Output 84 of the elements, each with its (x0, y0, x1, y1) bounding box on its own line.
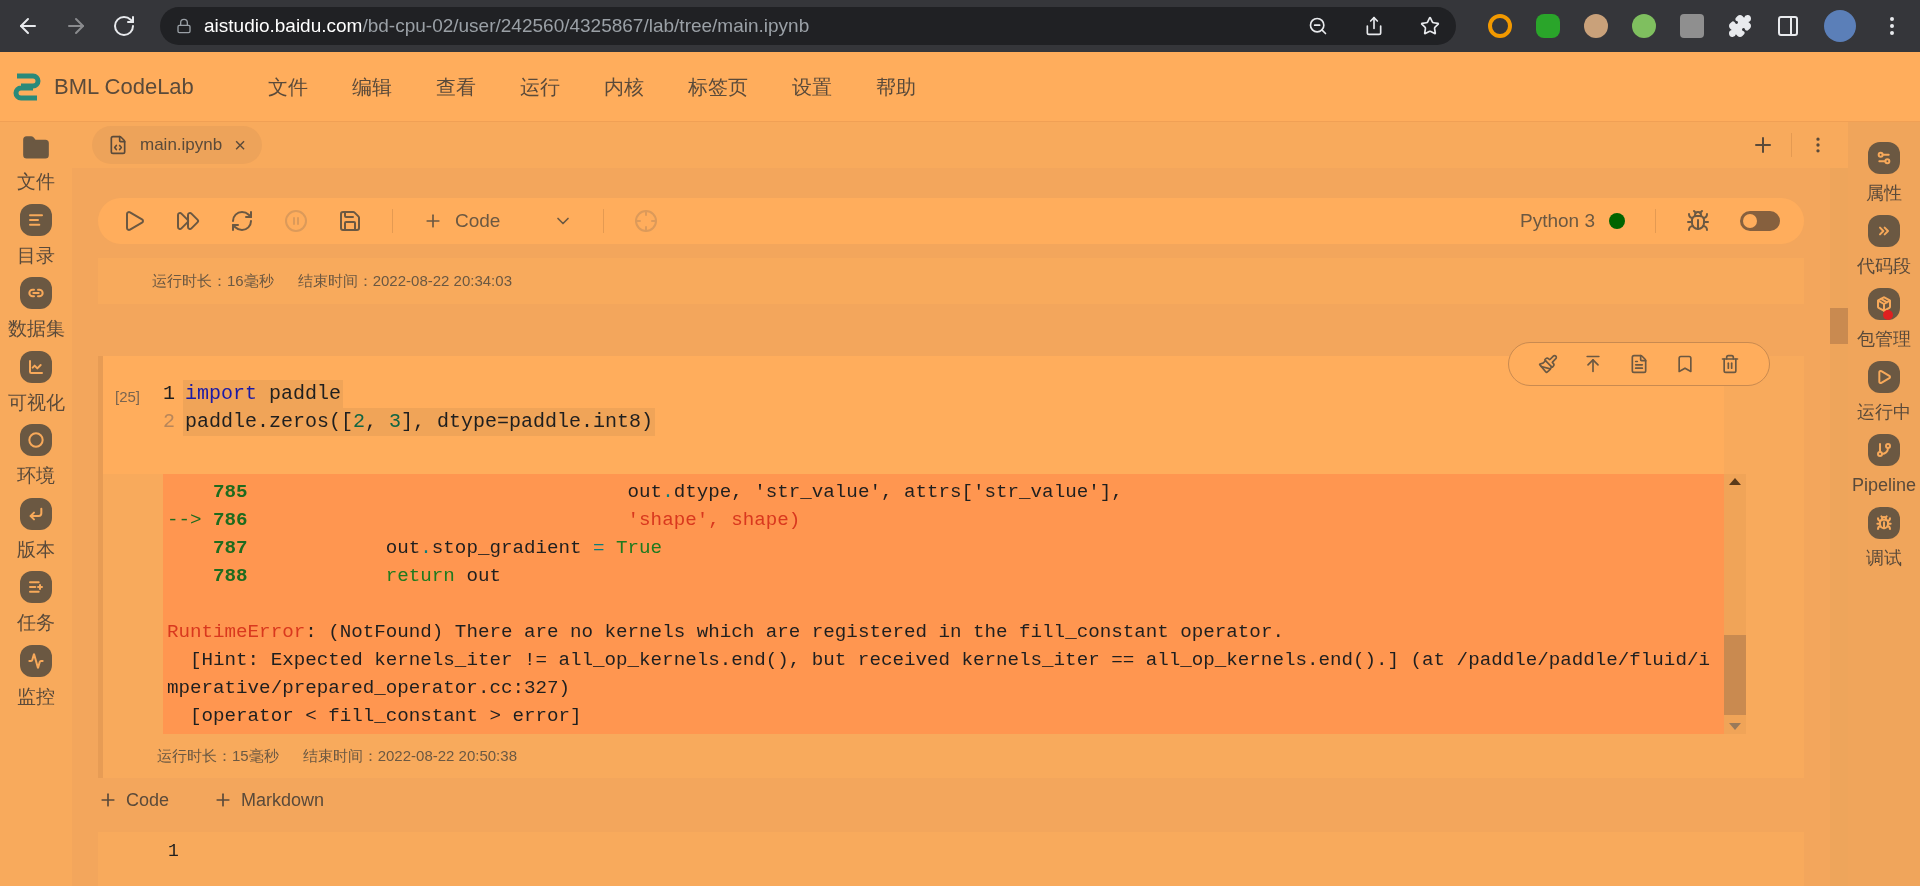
ring-icon (20, 424, 52, 456)
output-line: --> 786 'shape', shape) (167, 508, 802, 533)
corner-icon (20, 497, 52, 530)
branch-icon (1868, 434, 1900, 466)
chevrons-icon (1868, 215, 1900, 247)
folder-icon (22, 134, 50, 162)
lock-icon (176, 18, 192, 34)
menu-item[interactable]: 标签页 (684, 71, 752, 102)
pulse-icon (20, 644, 52, 677)
sidebar-item[interactable]: 运行中 (1857, 361, 1911, 426)
sidebar-item[interactable]: 文件 (17, 134, 55, 197)
menu-item[interactable]: 运行 (516, 71, 564, 102)
sidebar-item[interactable]: 环境 (17, 424, 55, 491)
restart-icon[interactable] (230, 209, 254, 233)
run-duration: 运行时长：16毫秒 (152, 270, 274, 291)
sidebar-item[interactable]: 包管理 (1857, 288, 1911, 353)
cell-type-dropdown[interactable]: Code (423, 206, 573, 236)
output-line: 785 out.dtype, 'str_value', attrs['str_value'], (212, 480, 1124, 505)
line-number: 2 (163, 409, 176, 435)
share-icon[interactable] (1364, 16, 1384, 36)
logo-icon (12, 71, 42, 102)
output-line: 788 return out (212, 564, 502, 589)
run-all-icon[interactable] (176, 209, 200, 233)
extension-icon[interactable] (1536, 14, 1560, 38)
extension-icon[interactable] (1488, 14, 1512, 38)
profile-avatar[interactable] (1824, 10, 1856, 42)
extension-icon[interactable] (1584, 14, 1608, 38)
output-line: [operator < fill_constant > error] (189, 704, 583, 729)
output-line: [Hint: Expected kernels_iter != all_op_kernels.end(), but received kernels_iter == all_op_kernels.end().] (at /paddle/paddle/fluid/imperative/prepared_operator.cc:327) (167, 648, 1711, 701)
address-bar[interactable]: aistudio.baidu.com/bd-cpu-02/user/242560/4325867/lab/tree/main.ipynb (160, 7, 1456, 45)
debug-toggle[interactable] (1740, 211, 1780, 231)
execution-count: [25] (114, 387, 142, 407)
close-icon[interactable]: × (234, 135, 246, 155)
chart-icon (20, 350, 52, 383)
sidebar-item[interactable]: Pipeline (1851, 434, 1916, 499)
link-icon (20, 277, 52, 309)
star-icon[interactable] (1420, 16, 1440, 36)
output-scrollbar[interactable] (1724, 474, 1746, 734)
app-title: BML CodeLab (54, 73, 195, 101)
list-plus-icon (20, 571, 52, 603)
url-text: aistudio.baidu.com/bd-cpu-02/user/242560/4325867/lab/tree/main.ipynb (204, 13, 810, 38)
line-number: 1 (163, 381, 176, 407)
zoom-out-icon[interactable] (1308, 16, 1328, 36)
end-time: 结束时间：2022-08-22 20:34:03 (297, 270, 512, 291)
sidebar-item[interactable]: 目录 (17, 203, 55, 270)
settings-icon (1868, 142, 1900, 174)
add-cell-button[interactable]: Code (98, 786, 170, 814)
menu-item[interactable]: 帮助 (872, 71, 920, 102)
bug-icon (1868, 507, 1900, 539)
sidebar-item[interactable]: 可视化 (7, 350, 65, 417)
reload-icon[interactable] (112, 14, 136, 38)
sidebar-item[interactable]: 监控 (17, 644, 55, 711)
sidebar-item[interactable]: 调试 (1866, 507, 1902, 572)
menu-item[interactable]: 查看 (432, 71, 480, 102)
sidebar-item[interactable]: 版本 (17, 497, 55, 564)
sidebar-item[interactable]: 属性 (1866, 142, 1902, 207)
menu-item[interactable]: 内核 (600, 71, 648, 102)
run-duration: 运行时长：15毫秒 (157, 745, 279, 766)
sidebar-item[interactable]: 任务 (17, 571, 55, 638)
package-icon (1868, 288, 1900, 320)
puzzle-icon[interactable] (1728, 14, 1752, 38)
brush-icon[interactable] (1537, 354, 1558, 374)
add-cell-button[interactable]: Markdown (213, 786, 325, 814)
sidebar-item[interactable]: 代码段 (1857, 215, 1911, 280)
list-icon (20, 203, 52, 236)
menu-item[interactable]: 设置 (788, 71, 836, 102)
file-tab[interactable]: main.ipynb × (92, 126, 262, 164)
notebook-scrollbar[interactable] (1830, 168, 1848, 886)
notebook-icon (108, 135, 128, 155)
sidebar-item[interactable]: 数据集 (7, 277, 65, 344)
side-panel-icon[interactable] (1776, 14, 1800, 38)
output-line: RuntimeError: (NotFound) There are no kernels which are registered in the fill_constant operator. (167, 620, 1285, 645)
document-icon[interactable] (1629, 354, 1649, 374)
debug-icon[interactable] (1686, 209, 1710, 233)
menu-item[interactable]: 文件 (264, 71, 312, 102)
output-line: 787 out.stop_gradient = True (212, 536, 664, 561)
line-number: 1 (168, 842, 179, 863)
play-icon (1868, 361, 1900, 393)
kernel-name: Python 3 (1520, 208, 1595, 233)
delete-icon[interactable] (1720, 354, 1741, 374)
save-icon[interactable] (338, 209, 362, 233)
menu-item[interactable]: 编辑 (348, 71, 396, 102)
end-time: 结束时间：2022-08-22 20:50:38 (302, 745, 517, 766)
extension-icon[interactable] (1632, 14, 1656, 38)
